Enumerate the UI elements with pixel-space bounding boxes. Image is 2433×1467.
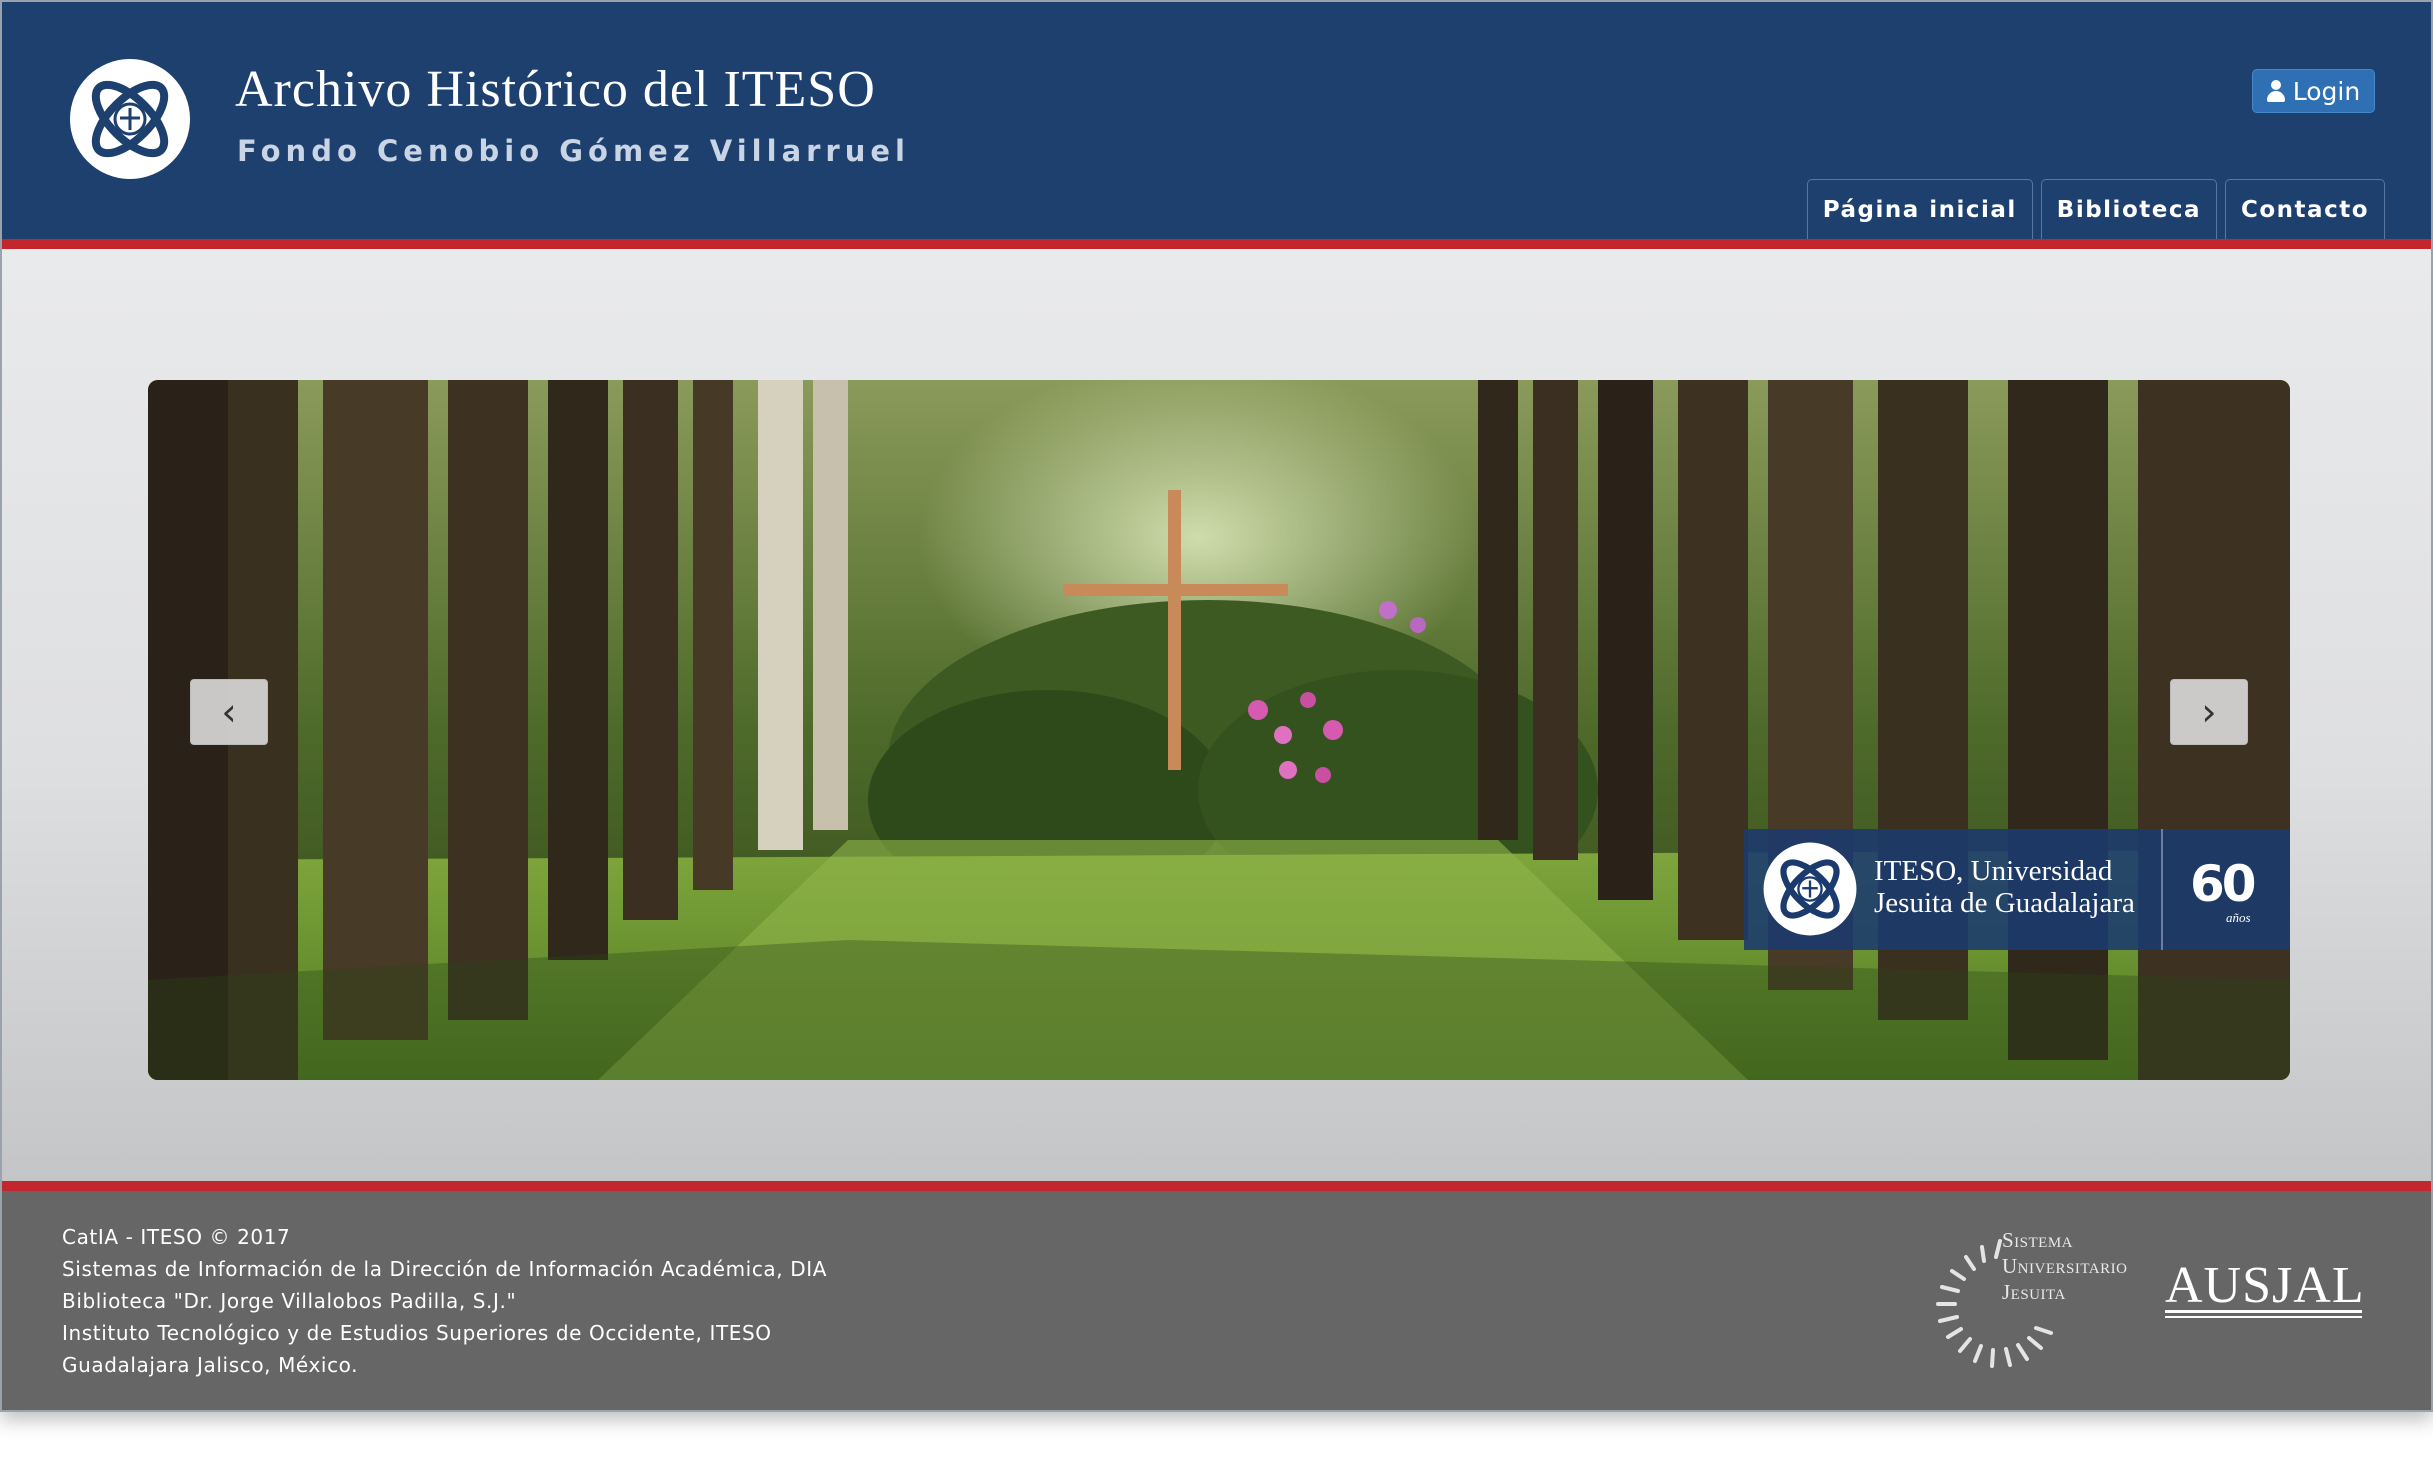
login-button[interactable]: Login — [2252, 69, 2375, 113]
footer-divider — [2, 1181, 2431, 1191]
login-label: Login — [2292, 76, 2361, 106]
banner-line-1: ITESO, Universidad — [1874, 855, 2113, 887]
suj-logo-text: Sistema Universitario Jesuita — [2002, 1227, 2127, 1305]
site-subtitle: Fondo Cenobio Gómez Villarruel — [237, 134, 910, 168]
ausjal-logo[interactable]: AUSJAL — [2165, 1256, 2365, 1315]
iteso-logo-icon[interactable] — [68, 57, 192, 181]
suj-line-1: Sistema — [2002, 1228, 2074, 1252]
footer-copyright: CatIA - ITESO © 2017 — [62, 1225, 291, 1249]
anniversary-banner: ITESO, Universidad Jesuita de Guadalajar… — [1744, 829, 2290, 950]
banner-divider — [2161, 829, 2163, 950]
suj-line-3: Jesuita — [2002, 1280, 2066, 1304]
page-frame: Archivo Histórico del ITESO Fondo Cenobi… — [0, 0, 2433, 1412]
ausjal-underline — [2165, 1310, 2362, 1313]
iteso-logo-icon — [1763, 842, 1857, 936]
image-carousel[interactable]: ‹ › ITESO, Universidad Jesuita de Guadal… — [148, 380, 2290, 1080]
nav-tab-pagina-inicial[interactable]: Página inicial — [1806, 179, 2033, 239]
suj-line-2: Universitario — [2002, 1254, 2128, 1278]
site-footer: CatIA - ITESO © 2017 Sistemas de Informa… — [2, 1191, 2431, 1410]
nav-tab-contacto[interactable]: Contacto — [2225, 179, 2385, 239]
main-nav: Página inicial Biblioteca Contacto — [1806, 179, 2385, 239]
carousel-next-button[interactable]: › — [2170, 679, 2248, 745]
banner-text: ITESO, Universidad Jesuita de Guadalajar… — [1874, 855, 2135, 919]
footer-line: Biblioteca "Dr. Jorge Villalobos Padilla… — [62, 1289, 517, 1313]
user-icon — [2266, 80, 2285, 102]
footer-line: Sistemas de Información de la Dirección … — [62, 1257, 827, 1281]
banner-years: 60 — [2190, 855, 2257, 913]
site-title: Archivo Histórico del ITESO — [235, 61, 876, 118]
banner-line-2: Jesuita de Guadalajara — [1874, 887, 2135, 919]
carousel-prev-button[interactable]: ‹ — [190, 679, 268, 745]
banner-years-label: años — [2226, 910, 2251, 925]
carousel-slide-image — [148, 380, 2290, 1080]
ausjal-underline-thin — [2165, 1316, 2362, 1318]
main-content: ‹ › ITESO, Universidad Jesuita de Guadal… — [2, 249, 2431, 1181]
header-divider — [2, 239, 2431, 249]
footer-line: Guadalajara Jalisco, México. — [62, 1353, 359, 1377]
footer-info: CatIA - ITESO © 2017 Sistemas de Informa… — [62, 1221, 827, 1381]
site-header: Archivo Histórico del ITESO Fondo Cenobi… — [2, 2, 2431, 239]
nav-tab-biblioteca[interactable]: Biblioteca — [2040, 179, 2217, 239]
footer-line: Instituto Tecnológico y de Estudios Supe… — [62, 1321, 772, 1345]
